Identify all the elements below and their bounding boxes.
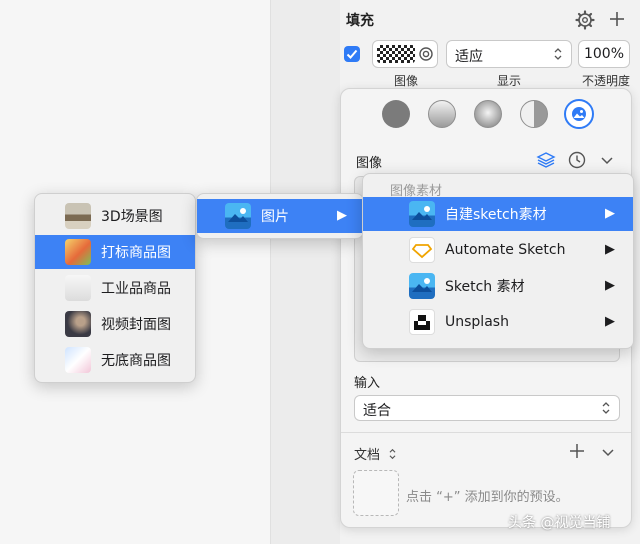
display-sublabel: 显示 xyxy=(497,74,522,88)
chevron-updown-icon xyxy=(554,48,562,60)
menu-item-automate-sketch[interactable]: Automate Sketch ▶ xyxy=(363,233,633,267)
document-label: 文档 xyxy=(354,448,381,463)
menu-item-label: 3D场景图 xyxy=(101,209,163,225)
menu-item-video-cover[interactable]: 视频封面图 xyxy=(35,307,195,341)
radial-gradient-icon[interactable] xyxy=(474,100,502,128)
chevron-updown-icon xyxy=(389,448,396,460)
input-mode-value: 适合 xyxy=(363,403,391,419)
thumb-tagged-product-icon xyxy=(65,239,91,265)
chevron-down-icon[interactable] xyxy=(600,444,616,460)
clock-icon[interactable] xyxy=(567,150,587,170)
solid-fill-icon[interactable] xyxy=(382,100,410,128)
thumb-industrial-icon xyxy=(65,275,91,301)
menu-item-label: Unsplash xyxy=(445,314,509,330)
layers-icon[interactable] xyxy=(536,150,556,170)
menu-item-custom-sketch-assets[interactable]: 自建sketch素材 ▶ xyxy=(363,197,633,231)
preset-slot[interactable] xyxy=(353,470,399,516)
opacity-sublabel: 不透明度 xyxy=(582,74,631,88)
image-section-label: 图像 xyxy=(356,156,383,171)
menu-item-label: 工业品商品 xyxy=(101,281,171,297)
chevron-updown-icon xyxy=(602,402,610,414)
thumb-video-cover-icon xyxy=(65,311,91,337)
watermark: 头条 @视觉当铺 xyxy=(508,515,611,531)
category-menu: 3D场景图 打标商品图 工业品商品 视频封面图 无底商品图 xyxy=(34,193,196,383)
thumb-3d-scene-icon xyxy=(65,203,91,229)
gear-icon[interactable] xyxy=(575,10,595,30)
menu-item-3d-scene[interactable]: 3D场景图 xyxy=(35,199,195,233)
add-fill-icon[interactable] xyxy=(607,9,627,29)
picture-menu: 图片 ▶ xyxy=(196,193,364,239)
add-preset-icon[interactable] xyxy=(568,442,586,460)
link-icon[interactable] xyxy=(418,46,434,62)
menu-item-label: 视频封面图 xyxy=(101,317,171,333)
input-section-label: 输入 xyxy=(354,376,381,391)
linear-gradient-icon[interactable] xyxy=(428,100,456,128)
input-mode-select[interactable]: 适合 xyxy=(354,395,620,421)
menu-item-sketch-assets[interactable]: Sketch 素材 ▶ xyxy=(363,269,633,303)
submenu-arrow-icon: ▶ xyxy=(605,278,615,293)
menu-item-label: Sketch 素材 xyxy=(445,279,525,295)
opacity-input[interactable]: 100% xyxy=(578,40,630,68)
submenu-arrow-icon: ▶ xyxy=(337,208,347,223)
menu-item-label: 自建sketch素材 xyxy=(445,207,547,223)
picture-icon xyxy=(225,203,251,229)
submenu-arrow-icon: ▶ xyxy=(605,314,615,329)
fill-section-title: 填充 xyxy=(346,13,374,29)
menu-item-label: 图片 xyxy=(261,209,289,225)
display-mode-select[interactable]: 适应 xyxy=(446,40,572,68)
chevron-down-icon[interactable] xyxy=(599,152,615,168)
unsplash-icon xyxy=(409,309,435,335)
angular-gradient-icon[interactable] xyxy=(520,100,548,128)
menu-item-industrial[interactable]: 工业品商品 xyxy=(35,271,195,305)
menu-item-no-bg[interactable]: 无底商品图 xyxy=(35,343,195,377)
picture-icon xyxy=(409,201,435,227)
menu-item-label: 无底商品图 xyxy=(101,353,171,369)
image-sublabel: 图像 xyxy=(394,74,419,88)
fill-swatch[interactable] xyxy=(372,40,438,68)
menu-item-label: Automate Sketch xyxy=(445,242,566,258)
sketch-assets-icon xyxy=(409,273,435,299)
document-presets-dropdown[interactable]: 文档 xyxy=(354,444,397,463)
checkerboard-preview xyxy=(377,45,415,63)
preset-hint: 点击 “+” 添加到你的预设。 xyxy=(406,490,569,505)
panel-strip xyxy=(270,0,340,544)
divider xyxy=(341,432,631,433)
automate-sketch-icon xyxy=(409,237,435,263)
thumb-no-bg-icon xyxy=(65,347,91,373)
submenu-arrow-icon: ▶ xyxy=(605,242,615,257)
fill-enabled-checkbox[interactable] xyxy=(344,46,360,62)
image-fill-icon[interactable] xyxy=(564,99,594,129)
menu-item-label: 打标商品图 xyxy=(101,245,171,261)
menu-item-unsplash[interactable]: Unsplash ▶ xyxy=(363,305,633,339)
display-mode-value: 适应 xyxy=(455,49,483,65)
menu-item-picture[interactable]: 图片 ▶ xyxy=(197,199,363,233)
menu-item-tagged-product[interactable]: 打标商品图 xyxy=(35,235,195,269)
submenu-arrow-icon: ▶ xyxy=(605,206,615,221)
